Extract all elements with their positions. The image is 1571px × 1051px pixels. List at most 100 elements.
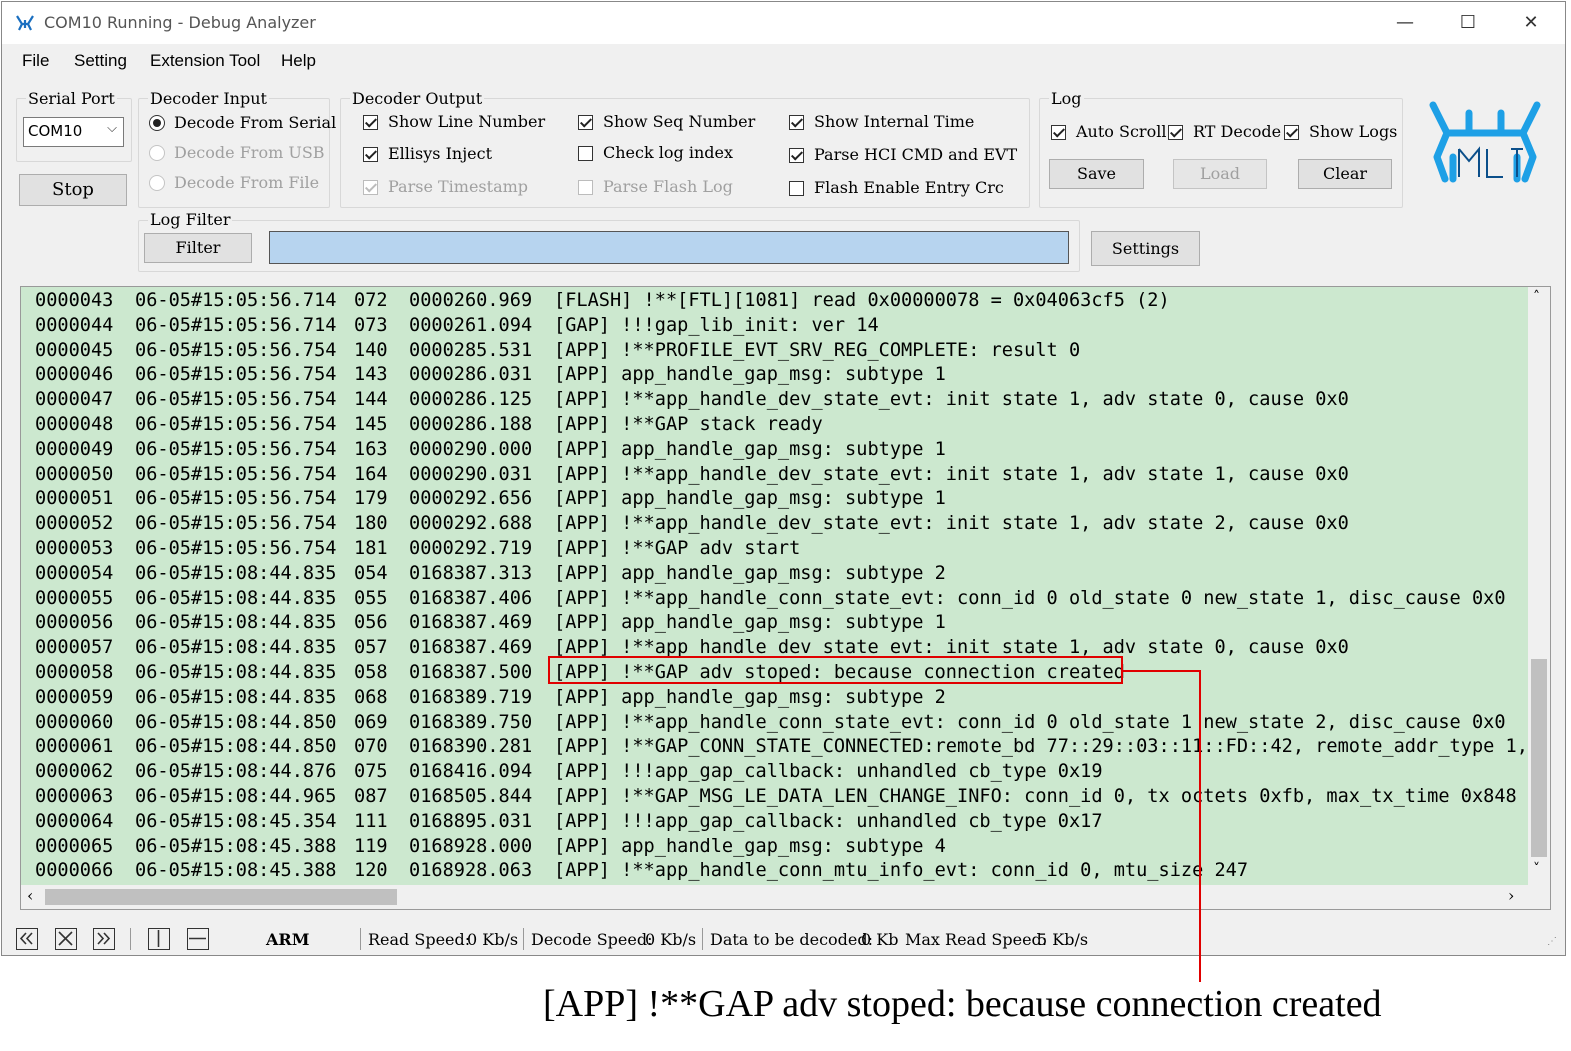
serial-port-select[interactable]: COM10 ⌵ <box>23 117 124 147</box>
log-seq-number: 075 <box>354 761 388 783</box>
menu-extension-tool[interactable]: Extension Tool <box>150 51 260 71</box>
filter-input[interactable] <box>269 231 1069 264</box>
log-seq-number: 140 <box>354 339 388 361</box>
callout-text: [APP] !**GAP adv stoped: because connect… <box>543 983 1382 1025</box>
log-internal-time: 0000261.094 <box>409 314 533 336</box>
log-timestamp: 06-05#15:08:44.835 <box>135 587 337 609</box>
clear-button[interactable]: Clear <box>1298 159 1392 189</box>
decode-speed-label: Decode Speed: <box>531 930 653 949</box>
log-timestamp: 06-05#15:08:44.835 <box>135 562 337 584</box>
settings-button[interactable]: Settings <box>1091 231 1200 266</box>
menu-file[interactable]: File <box>22 51 49 71</box>
log-timestamp: 06-05#15:05:56.754 <box>135 339 337 361</box>
scroll-right-arrow-icon[interactable]: › <box>1508 886 1514 905</box>
log-internal-time: 0000290.000 <box>409 438 533 460</box>
show-logs-label: Show Logs <box>1309 122 1398 141</box>
log-timestamp: 06-05#15:08:45.388 <box>135 860 337 882</box>
chevron-down-icon: ⌵ <box>107 121 117 136</box>
log-line-number: 0000056 <box>35 612 114 634</box>
log-internal-time: 0168387.469 <box>409 637 533 659</box>
maximize-button[interactable]: ☐ <box>1445 8 1491 38</box>
parse-flash-log-checkbox <box>578 180 593 195</box>
log-internal-time: 0168387.469 <box>409 612 533 634</box>
log-message: [APP] app_handle_gap_msg: subtype 1 <box>554 438 946 460</box>
log-line-number: 0000050 <box>35 463 114 485</box>
log-seq-number: 120 <box>354 860 388 882</box>
log-seq-number: 068 <box>354 686 388 708</box>
rt-decode-checkbox[interactable] <box>1168 125 1183 140</box>
log-timestamp: 06-05#15:05:56.754 <box>135 463 337 485</box>
filter-button[interactable]: Filter <box>144 233 252 263</box>
scroll-down-arrow-icon[interactable]: ˅ <box>1533 861 1540 877</box>
read-speed-value: 0 Kb/s <box>467 930 519 949</box>
show-seq-number-label: Show Seq Number <box>603 112 756 131</box>
log-message: [APP] app_handle_gap_msg: subtype 2 <box>554 562 946 584</box>
log-message: [APP] !**GAP adv stoped: because connect… <box>554 662 1125 683</box>
main-window: COM10 Running - Debug Analyzer — ☐ ✕ Fil… <box>1 1 1566 956</box>
log-internal-time: 0168387.500 <box>409 662 533 683</box>
log-message: [APP] app_handle_gap_msg: subtype 1 <box>554 612 946 634</box>
log-view[interactable]: 0000043 06-05#15:05:56.714 072 0000260.969 [… <box>20 286 1551 910</box>
radio-decode-serial[interactable] <box>149 115 165 131</box>
log-message: [APP] !**GAP stack ready <box>554 414 823 435</box>
log-message: [APP] !**PROFILE_EVT_SRV_REG_COMPLETE: r… <box>554 339 1081 361</box>
log-timestamp: 06-05#15:08:45.388 <box>135 835 337 857</box>
menu-setting[interactable]: Setting <box>74 51 127 71</box>
log-timestamp: 06-05#15:05:56.754 <box>135 513 337 535</box>
decoder-input-label: Decoder Input <box>148 89 269 108</box>
log-internal-time: 0000292.656 <box>409 488 533 510</box>
horizontal-scrollbar[interactable]: ‹ › <box>21 885 1550 909</box>
menu-bar: File Setting Extension Tool Help <box>2 46 1565 76</box>
log-filter-label: Log Filter <box>148 210 233 229</box>
horizontal-scroll-thumb[interactable] <box>45 889 397 905</box>
last-page-icon[interactable] <box>93 928 115 950</box>
log-line-number: 0000063 <box>35 786 114 807</box>
decode-file-label: Decode From File <box>174 173 320 192</box>
first-page-icon[interactable] <box>16 928 38 950</box>
scroll-left-arrow-icon[interactable]: ‹ <box>27 886 33 905</box>
log-line-number: 0000046 <box>35 364 114 386</box>
data-to-decode-value: 0 Kb <box>861 930 899 949</box>
log-message: [APP] !**app_handle_dev_state_evt: init … <box>554 463 1349 485</box>
vertical-scrollbar[interactable]: ˄ ˅ <box>1528 287 1550 885</box>
show-internal-time-checkbox[interactable] <box>789 115 804 130</box>
log-seq-number: 119 <box>354 835 388 857</box>
show-line-number-checkbox[interactable] <box>363 115 378 130</box>
log-line-number: 0000064 <box>35 810 114 832</box>
show-seq-number-checkbox[interactable] <box>578 115 593 130</box>
radio-decode-usb <box>149 145 165 161</box>
save-button[interactable]: Save <box>1049 159 1144 189</box>
log-line-number: 0000060 <box>35 711 114 733</box>
split-horizontal-icon[interactable] <box>187 928 209 950</box>
parse-hci-checkbox[interactable] <box>789 148 804 163</box>
resize-grip-icon[interactable]: ⋰ <box>1547 936 1557 947</box>
auto-scroll-checkbox[interactable] <box>1051 125 1066 140</box>
log-internal-time: 0168416.094 <box>409 761 533 783</box>
menu-help[interactable]: Help <box>281 51 316 71</box>
scroll-up-arrow-icon[interactable]: ˄ <box>1533 289 1540 305</box>
flash-enable-entry-crc-checkbox[interactable] <box>789 181 804 196</box>
app-icon <box>16 15 34 31</box>
check-log-index-checkbox[interactable] <box>578 146 593 161</box>
close-button[interactable]: ✕ <box>1508 8 1554 38</box>
log-timestamp: 06-05#15:05:56.754 <box>135 488 337 510</box>
minimize-button[interactable]: — <box>1382 8 1428 38</box>
log-seq-number: 073 <box>354 314 388 336</box>
log-message: [APP] !**GAP_MSG_LE_DATA_LEN_CHANGE_INFO… <box>554 786 1517 807</box>
log-line-number: 0000057 <box>35 637 114 659</box>
log-internal-time: 0000292.719 <box>409 538 533 559</box>
log-line-number: 0000049 <box>35 438 114 460</box>
log-message: [APP] !**app_handle_conn_mtu_info_evt: c… <box>554 860 1249 882</box>
stop-button[interactable]: Stop <box>19 174 127 206</box>
stop-log-icon[interactable] <box>55 928 77 950</box>
log-timestamp: 06-05#15:08:44.850 <box>135 711 337 733</box>
log-line-number: 0000045 <box>35 339 114 361</box>
log-internal-time: 0168387.406 <box>409 587 533 609</box>
ellisys-inject-checkbox[interactable] <box>363 147 378 162</box>
log-seq-number: 070 <box>354 736 388 758</box>
show-internal-time-label: Show Internal Time <box>814 112 975 131</box>
vertical-scroll-thumb[interactable] <box>1531 659 1547 857</box>
log-timestamp: 06-05#15:08:44.835 <box>135 612 337 634</box>
show-logs-checkbox[interactable] <box>1284 125 1299 140</box>
split-vertical-icon[interactable] <box>148 928 170 950</box>
